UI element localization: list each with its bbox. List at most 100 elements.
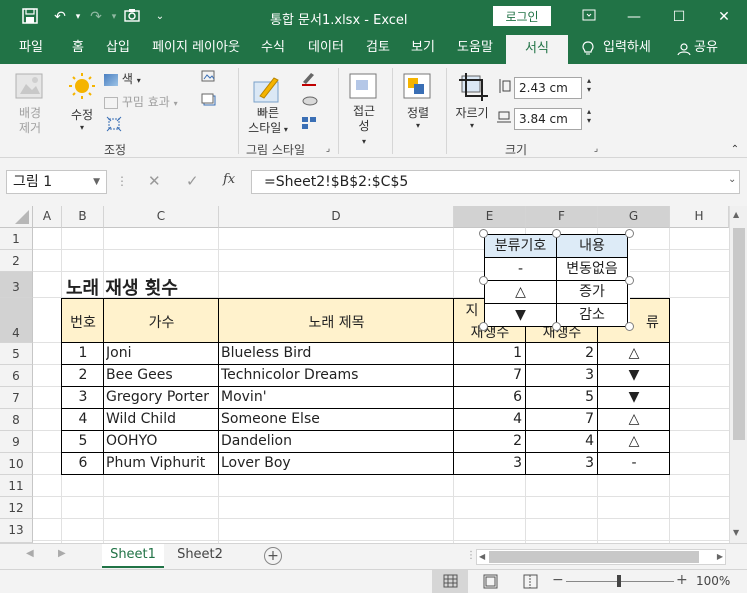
zoom-level[interactable]: 100%: [696, 574, 730, 588]
sheet-tab-sheet2[interactable]: Sheet2: [168, 544, 232, 568]
tab-formulas[interactable]: 수식: [254, 34, 292, 64]
row-header-13[interactable]: 13: [0, 519, 33, 543]
cell-no[interactable]: 1: [62, 345, 104, 361]
picture-layout-icon[interactable]: [296, 116, 326, 133]
header-singer[interactable]: 가수: [104, 312, 219, 332]
undo-dropdown-icon[interactable]: ▾: [68, 8, 88, 26]
size-dialog-launcher-icon[interactable]: ⌟: [590, 144, 602, 154]
scroll-up-icon[interactable]: ▲: [733, 210, 739, 219]
row-header-3[interactable]: 3: [0, 272, 33, 298]
alt-text-icon[interactable]: [348, 72, 380, 102]
column-header-a[interactable]: A: [33, 206, 62, 228]
quick-styles-icon[interactable]: [252, 74, 284, 104]
normal-view-icon[interactable]: [432, 570, 468, 593]
cell-no[interactable]: 5: [62, 433, 104, 449]
resize-handle[interactable]: [479, 229, 488, 238]
column-header-b[interactable]: B: [62, 206, 104, 228]
picture-effects-icon[interactable]: [296, 93, 326, 110]
cell-cur-play[interactable]: 4: [526, 433, 594, 449]
row-header-4[interactable]: 4: [0, 298, 33, 343]
prev-sheet-icon[interactable]: ◀: [26, 548, 34, 559]
sheet-title-cell[interactable]: 노래 재생 횟수: [66, 274, 178, 300]
tab-data[interactable]: 데이터: [302, 34, 350, 64]
tab-home[interactable]: 홈: [60, 34, 96, 64]
tab-view[interactable]: 보기: [405, 34, 441, 64]
cell-singer[interactable]: OOHYO: [106, 433, 219, 449]
change-picture-icon[interactable]: [194, 70, 224, 87]
save-icon[interactable]: [20, 8, 40, 26]
tab-page-layout[interactable]: 페이지 레이아웃: [146, 34, 246, 64]
height-spinner-icon[interactable]: ▴ ▾: [584, 76, 594, 94]
column-header-d[interactable]: D: [219, 206, 454, 228]
cell-cur-play[interactable]: 7: [526, 411, 594, 427]
formula-input[interactable]: =Sheet2!$B$2:$C$5: [251, 170, 740, 194]
cancel-icon[interactable]: ✕: [148, 172, 161, 190]
cell-no[interactable]: 6: [62, 455, 104, 471]
row-header-9[interactable]: 9: [0, 431, 33, 453]
cell-singer[interactable]: Phum Viphurit: [106, 455, 219, 471]
crop-icon[interactable]: [458, 72, 490, 102]
cell-song[interactable]: Movin': [221, 389, 453, 405]
cell-prev-play[interactable]: 4: [454, 411, 522, 427]
login-button[interactable]: 로그인: [493, 6, 551, 26]
scroll-left-icon[interactable]: ◀: [477, 550, 487, 563]
row-header-7[interactable]: 7: [0, 387, 33, 409]
linked-picture[interactable]: 분류기호 내용 - 변동없음 △ 증가 ▼ 감소: [484, 234, 630, 327]
zoom-in-icon[interactable]: +: [676, 572, 688, 588]
page-layout-view-icon[interactable]: [476, 570, 506, 593]
header-song[interactable]: 노래 제목: [219, 312, 454, 332]
resize-handle[interactable]: [552, 229, 561, 238]
close-icon[interactable]: ✕: [701, 0, 747, 34]
artistic-effects-button[interactable]: 꾸밈 효과 ▾: [104, 93, 188, 110]
header-no[interactable]: 번호: [62, 312, 104, 332]
quick-styles-button[interactable]: 빠른 스타일 ▾: [244, 106, 292, 137]
column-header-e[interactable]: E: [454, 206, 526, 228]
tab-splitter-icon[interactable]: ⋮: [466, 550, 476, 561]
row-header-10[interactable]: 10: [0, 453, 33, 475]
cell-song[interactable]: Blueless Bird: [221, 345, 453, 361]
column-header-f[interactable]: F: [526, 206, 598, 228]
tell-me-input[interactable]: 입력하세: [603, 34, 659, 64]
cell-category[interactable]: ▼: [598, 389, 670, 405]
cell-category[interactable]: △: [598, 411, 670, 427]
height-input[interactable]: 2.43 cm: [514, 77, 582, 99]
share-button[interactable]: 공유: [694, 34, 726, 64]
customize-qat-icon[interactable]: ⌄: [150, 8, 170, 26]
column-header-h[interactable]: H: [670, 206, 729, 228]
cell-category[interactable]: △: [598, 345, 670, 361]
sheet-tab-sheet1[interactable]: Sheet1: [102, 544, 164, 568]
maximize-icon[interactable]: ☐: [656, 0, 702, 34]
corrections-button[interactable]: 수정 ▾: [64, 106, 100, 132]
row-header-6[interactable]: 6: [0, 365, 33, 387]
width-input[interactable]: 3.84 cm: [514, 108, 582, 130]
cell-singer[interactable]: Bee Gees: [106, 367, 219, 383]
vertical-scroll-thumb[interactable]: [733, 228, 745, 440]
cell-no[interactable]: 2: [62, 367, 104, 383]
insert-function-icon[interactable]: fx: [223, 172, 235, 187]
cell-singer[interactable]: Joni: [106, 345, 219, 361]
cell-song[interactable]: Technicolor Dreams: [221, 367, 453, 383]
name-box-dropdown-icon[interactable]: ▼: [93, 171, 100, 193]
dialog-launcher-icon[interactable]: ⌟: [322, 144, 334, 154]
picture-border-icon[interactable]: [296, 70, 326, 89]
scroll-down-icon[interactable]: ▼: [733, 528, 739, 537]
cell-prev-play[interactable]: 7: [454, 367, 522, 383]
resize-handle[interactable]: [552, 322, 561, 331]
camera-icon[interactable]: [122, 8, 142, 26]
cell-category[interactable]: △: [598, 433, 670, 449]
name-box[interactable]: 그림 1 ▼: [6, 170, 107, 194]
select-all-corner[interactable]: [0, 206, 33, 228]
enter-icon[interactable]: ✓: [186, 172, 199, 190]
resize-handle[interactable]: [625, 276, 634, 285]
cell-prev-play[interactable]: 1: [454, 345, 522, 361]
row-header-1[interactable]: 1: [0, 228, 33, 250]
arrange-icon[interactable]: [402, 72, 434, 102]
crop-button[interactable]: 자르기 ▾: [452, 104, 492, 130]
vertical-scrollbar[interactable]: ▲ ▼: [729, 206, 747, 543]
cell-prev-play[interactable]: 6: [454, 389, 522, 405]
resize-handle[interactable]: [479, 276, 488, 285]
alt-text-button[interactable]: 접근 성 ▾: [344, 104, 384, 149]
page-break-view-icon[interactable]: [516, 570, 546, 593]
cell-prev-play[interactable]: 2: [454, 433, 522, 449]
horizontal-scroll-thumb[interactable]: [489, 551, 699, 563]
